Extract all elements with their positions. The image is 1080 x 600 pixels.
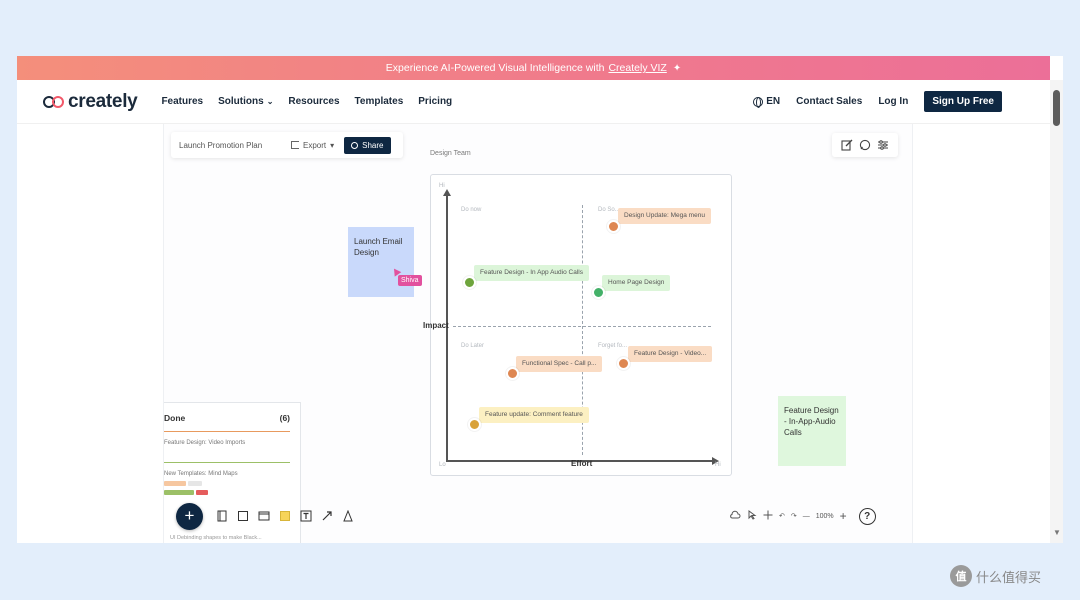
help-icon[interactable]: ? (858, 507, 876, 525)
nav-solutions[interactable]: Solutions ⌄ (218, 96, 273, 107)
priority-matrix[interactable]: Hi Lo Hi Do now Do So... Do Later Forget… (423, 174, 732, 476)
task-tag[interactable]: Home Page Design (602, 275, 671, 291)
sparkle-icon: ✦ (672, 62, 682, 74)
login-link[interactable]: Log In (878, 96, 908, 107)
text-icon[interactable] (298, 508, 314, 524)
pen-icon[interactable] (340, 508, 356, 524)
zoom-level[interactable]: 100% (816, 513, 834, 520)
shape-toolbar: + (176, 502, 356, 530)
avatar (506, 367, 519, 380)
avatar (607, 220, 620, 233)
logo-text: creately (68, 90, 138, 112)
nav-resources[interactable]: Resources (288, 96, 339, 107)
comment-icon[interactable] (859, 139, 871, 151)
rectangle-icon[interactable] (235, 508, 251, 524)
frame-icon[interactable] (256, 508, 272, 524)
export-icon (291, 141, 299, 149)
settings-sliders-icon[interactable] (877, 139, 889, 151)
done-panel-footer: UI Debinding shapes to make Black... (170, 535, 262, 541)
done-item[interactable]: Feature Design: Video Imports (164, 431, 290, 454)
language-label: EN (766, 96, 781, 107)
nav-links: Features Solutions ⌄ Resources Templates… (161, 96, 452, 107)
document-title[interactable]: Launch Promotion Plan (179, 141, 291, 150)
edit-icon[interactable] (841, 139, 853, 151)
globe-icon (753, 96, 764, 108)
export-button[interactable]: Export ▾ (291, 141, 334, 150)
horizontal-divider (453, 326, 711, 327)
done-item-label: New Templates: Mind Maps (164, 471, 238, 477)
contact-sales-link[interactable]: Contact Sales (796, 96, 862, 107)
globe-icon (351, 141, 359, 149)
share-label: Share (362, 140, 384, 150)
quadrant-label-do-soon: Do So... (598, 207, 620, 213)
page-scrollbar[interactable]: ▼ (1050, 80, 1063, 543)
avatar (468, 418, 481, 431)
caret-down-icon: ▾ (330, 140, 335, 150)
redo-icon[interactable]: ↷ (791, 512, 797, 520)
task-tag[interactable]: Feature Design - In App Audio Calls (474, 265, 589, 281)
axis-title-effort: Effort (571, 459, 593, 468)
zoom-in-button[interactable]: + (840, 509, 847, 523)
task-tag[interactable]: Functional Spec - Call p... (516, 356, 603, 372)
browser-window: Experience AI-Powered Visual Intelligenc… (17, 56, 1063, 543)
sticky-note[interactable]: Feature Design - In-App-Audio Calls (778, 396, 846, 466)
nav-solutions-label: Solutions (218, 96, 264, 107)
nav-templates[interactable]: Templates (355, 96, 404, 107)
diagram-canvas[interactable]: Launch Promotion Plan Export ▾ Share Des (163, 124, 913, 543)
pan-move-icon[interactable] (763, 510, 773, 522)
done-panel-count: (6) (279, 413, 290, 423)
collaborator-cursor-label: Shiva (398, 275, 422, 286)
chevron-down-icon: ⌄ (266, 97, 274, 106)
sticky-note-icon[interactable] (277, 508, 293, 524)
done-panel-title: Done (164, 413, 186, 423)
task-tag[interactable]: Feature Design - Video... (628, 346, 713, 362)
cloud-sync-icon[interactable] (729, 510, 741, 522)
corner-label-top: Hi (439, 183, 445, 189)
watermark-text: 什么值得买 (976, 569, 1042, 585)
axis-title-impact: Impact (423, 321, 449, 330)
avatar (463, 276, 476, 289)
quadrant-label-forget: Forget fo... (598, 343, 628, 349)
done-item-tags (164, 481, 290, 486)
language-selector[interactable]: EN (753, 96, 781, 108)
add-shape-button[interactable]: + (176, 502, 203, 530)
connector-icon[interactable] (319, 508, 335, 524)
undo-icon[interactable]: ↶ (779, 512, 785, 520)
top-navigation: creately Features Solutions ⌄ Resources … (17, 80, 1050, 124)
document-toolbar: Launch Promotion Plan Export ▾ Share (171, 132, 403, 158)
task-tag[interactable]: Feature update: Comment feature (479, 407, 589, 423)
done-item-progress (164, 490, 290, 495)
scroll-down-arrow-icon[interactable]: ▼ (1053, 528, 1061, 537)
right-toolbar (832, 133, 898, 157)
creately-logo[interactable]: creately (43, 90, 138, 113)
zoom-out-button[interactable]: — (803, 513, 810, 520)
quadrant-label-do-later: Do Later (461, 343, 485, 349)
watermark-badge: 值 (950, 565, 972, 587)
logo-mark-icon (43, 95, 65, 108)
site-watermark: 值 什么值得买 (950, 565, 1041, 587)
share-button[interactable]: Share (344, 136, 391, 154)
export-label: Export (303, 140, 327, 150)
corner-label-bottom-left: Lo (439, 462, 446, 468)
library-icon[interactable] (214, 508, 230, 524)
signup-button[interactable]: Sign Up Free (924, 91, 1002, 112)
corner-label-bottom-right: Hi (715, 462, 721, 468)
promo-text: Experience AI-Powered Visual Intelligenc… (385, 62, 605, 74)
sticky-note[interactable]: Launch Email Design (348, 227, 414, 297)
avatar (592, 286, 605, 299)
zoom-toolbar: ↶ ↷ — 100% + ? (729, 504, 876, 528)
nav-features[interactable]: Features (161, 96, 203, 107)
select-pointer-icon[interactable] (747, 510, 757, 522)
promo-banner[interactable]: Experience AI-Powered Visual Intelligenc… (17, 56, 1050, 80)
nav-right: EN Contact Sales Log In Sign Up Free (753, 91, 1002, 112)
quadrant-label-do-now: Do now (461, 207, 482, 213)
nav-pricing[interactable]: Pricing (418, 96, 452, 107)
avatar (617, 357, 630, 370)
matrix-label: Design Team (430, 150, 471, 157)
scrollbar-thumb[interactable] (1053, 90, 1060, 126)
task-tag[interactable]: Design Update: Mega menu (618, 208, 711, 224)
y-axis-arrow (443, 189, 451, 196)
done-item[interactable]: New Templates: Mind Maps (164, 462, 290, 503)
promo-link[interactable]: Creately VIZ (608, 62, 666, 74)
